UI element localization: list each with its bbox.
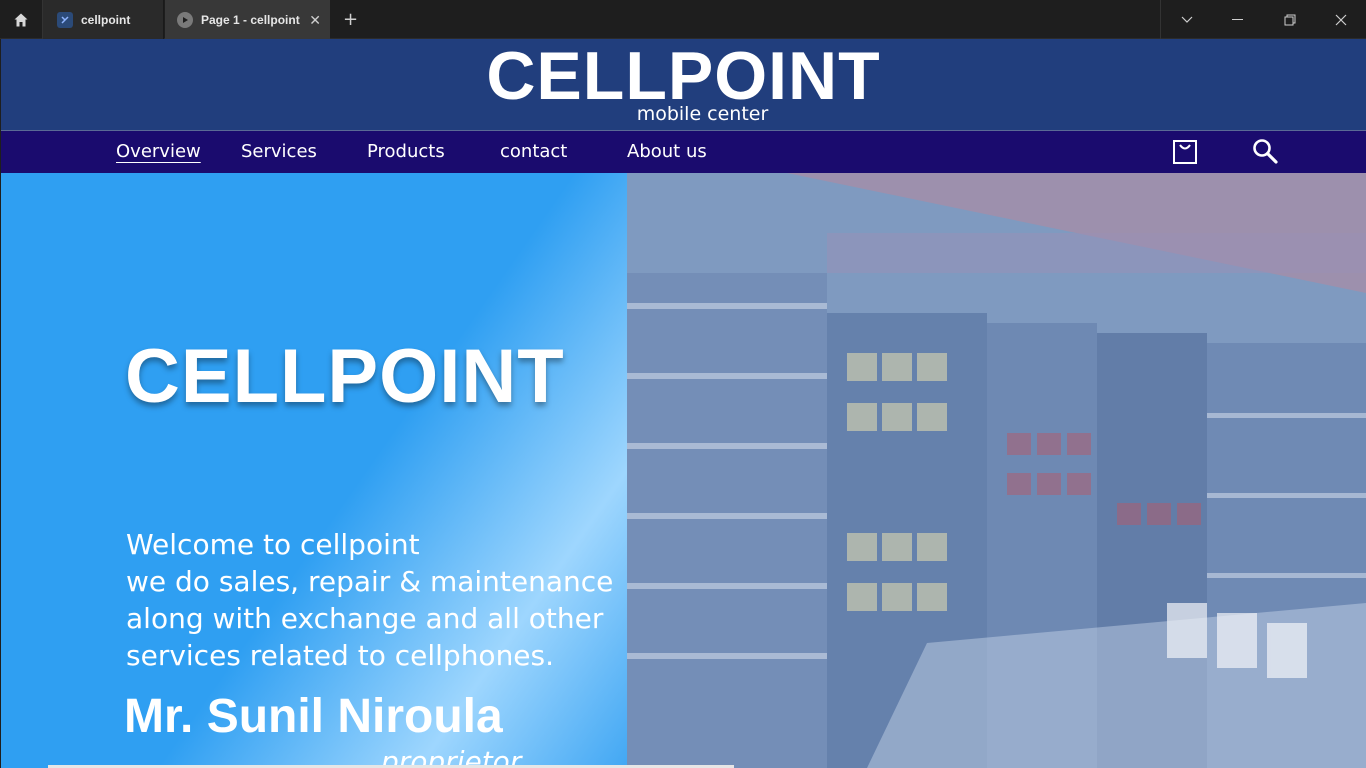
hero-line: services related to cellphones. bbox=[126, 639, 555, 672]
home-button[interactable] bbox=[0, 0, 43, 39]
tab-label: cellpoint bbox=[81, 12, 131, 27]
nav-products[interactable]: Products bbox=[367, 141, 445, 162]
home-icon bbox=[14, 13, 28, 26]
search-icon[interactable] bbox=[1252, 138, 1278, 166]
hero-gradient bbox=[1, 173, 627, 768]
hero-line: we do sales, repair & maintenance bbox=[126, 565, 614, 598]
restore-icon bbox=[1284, 14, 1295, 25]
nav-overview[interactable]: Overview bbox=[116, 141, 201, 162]
close-icon bbox=[1335, 14, 1346, 25]
close-tab-icon[interactable]: ✕ bbox=[309, 12, 321, 29]
new-tab-button[interactable]: + bbox=[343, 9, 358, 30]
owner-name: Mr. Sunil Niroula bbox=[124, 690, 503, 743]
nav-services[interactable]: Services bbox=[241, 141, 317, 162]
store-photo bbox=[627, 173, 1366, 768]
tab-label: Page 1 - cellpoint bbox=[201, 12, 300, 27]
tab-list-button[interactable] bbox=[1161, 0, 1212, 39]
tab-bar: cellpoint Page 1 - cellpoint ✕ + bbox=[0, 0, 1366, 39]
minimize-icon bbox=[1231, 18, 1243, 20]
main-nav: Overview Services Products contact About… bbox=[1, 131, 1366, 173]
hero-line: along with exchange and all other bbox=[126, 602, 604, 635]
tab-cellpoint[interactable]: cellpoint bbox=[43, 0, 164, 39]
close-window-button[interactable] bbox=[1315, 0, 1366, 39]
site-tagline: mobile center bbox=[636, 103, 769, 125]
nav-about-us[interactable]: About us bbox=[627, 141, 707, 162]
app-icon bbox=[57, 11, 73, 28]
site-header: CELLPOINT mobile center bbox=[1, 39, 1366, 131]
chevron-down-icon bbox=[1181, 16, 1192, 23]
hero-description: Welcome to cellpoint we do sales, repair… bbox=[126, 526, 646, 674]
hero-line: Welcome to cellpoint bbox=[126, 528, 420, 561]
shopping-bag-icon[interactable] bbox=[1172, 138, 1198, 166]
play-icon bbox=[177, 11, 193, 28]
minimize-button[interactable] bbox=[1212, 0, 1263, 39]
restore-button[interactable] bbox=[1264, 0, 1315, 39]
tab-page-1[interactable]: Page 1 - cellpoint ✕ bbox=[165, 0, 330, 39]
nav-contact[interactable]: contact bbox=[500, 141, 567, 162]
hero-section: CELLPOINT Welcome to cellpoint we do sal… bbox=[1, 173, 1366, 768]
hero-title: CELLPOINT bbox=[125, 334, 565, 419]
